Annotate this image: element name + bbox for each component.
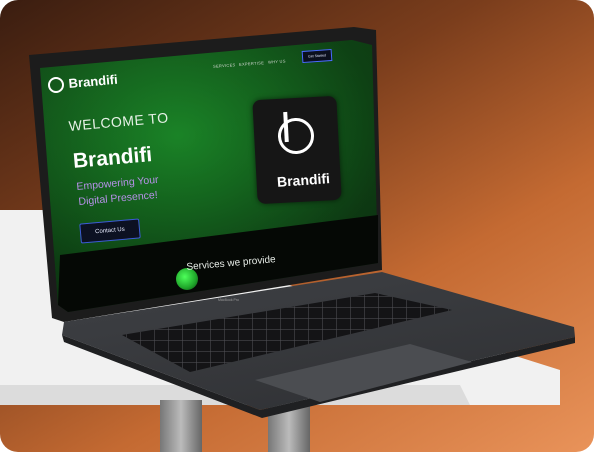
- nav-logo-icon[interactable]: [48, 77, 64, 93]
- device-label: MacBook Pro: [218, 298, 240, 302]
- get-started-button[interactable]: Get Started: [301, 48, 333, 64]
- mockup-frame: Brandifi SERVICES EXPERTISE WHY US Get S…: [0, 0, 594, 452]
